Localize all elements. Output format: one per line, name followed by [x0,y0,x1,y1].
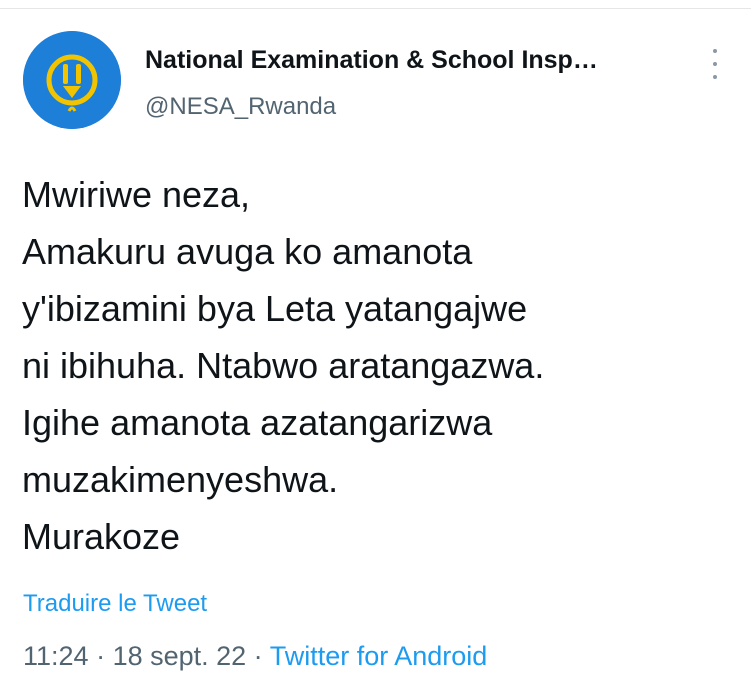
divider [0,8,751,9]
tweet-line: Amakuru avuga ko amanota [22,231,473,272]
tweet-date[interactable]: 18 sept. 22 [113,641,247,671]
tweet-line: Igihe amanota azatangarizwa [22,402,493,443]
tweet-source-link[interactable]: Twitter for Android [270,641,488,671]
tweet-time[interactable]: 11:24 [23,641,89,671]
tweet-text: Mwiriwe neza, Amakuru avuga ko amanota y… [22,166,722,565]
meta-separator: · [246,641,270,671]
nesa-logo-icon [23,31,121,129]
tweet-line: ni ibihuha. Ntabwo aratangazwa. [22,345,545,386]
tweet-meta: 11:24 · 18 sept. 22 · Twitter for Androi… [23,641,487,672]
dot [713,49,717,53]
tweet-line: y'ibizamini bya Leta yatangajwe [22,288,528,329]
more-options-icon[interactable] [703,49,727,79]
tweet-line: Murakoze [22,516,181,557]
tweet-line: muzakimenyeshwa. [22,459,339,500]
tweet-card: National Examination & School Insp… @NES… [0,0,751,700]
author-display-name[interactable]: National Examination & School Insp… [145,46,598,75]
avatar[interactable] [23,31,121,129]
author-handle[interactable]: @NESA_Rwanda [145,93,336,121]
translate-tweet-link[interactable]: Traduire le Tweet [23,590,207,618]
dot [713,75,717,79]
tweet-line: Mwiriwe neza, [22,174,251,215]
meta-separator: · [88,641,113,671]
dot [713,62,717,66]
